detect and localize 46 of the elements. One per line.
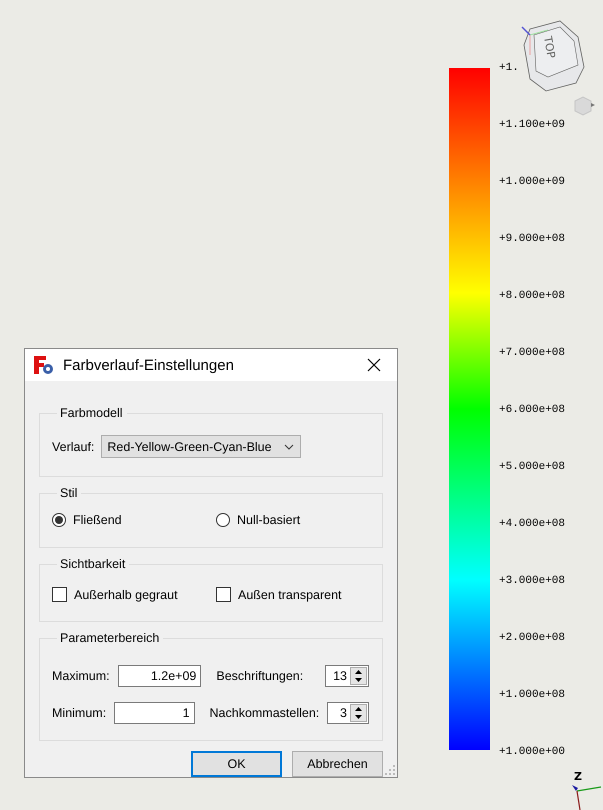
field-label: Verlauf: xyxy=(52,440,94,454)
scale-label: +2.000e+08 xyxy=(499,631,566,645)
scale-label: +1.000e+08 xyxy=(499,688,566,702)
spin-box[interactable]: 13 xyxy=(325,665,369,687)
number-field[interactable]: 1.2e+09 xyxy=(118,665,202,687)
scale-label: +1. xyxy=(499,61,520,75)
checkbox-option[interactable]: Außerhalb gegraut xyxy=(52,587,208,602)
scale-label: +8.000e+08 xyxy=(499,289,566,303)
scale-label: +6.000e+08 xyxy=(499,403,566,417)
up-arrow-icon[interactable] xyxy=(355,707,362,711)
close-icon xyxy=(367,358,381,372)
group-title: Parameterbereich xyxy=(59,631,160,645)
scale-label: +3.000e+08 xyxy=(499,574,566,588)
spin-box[interactable]: 3 xyxy=(327,702,369,724)
scale-label: +1.000e+00 xyxy=(499,745,566,759)
field-label: Beschriftungen: xyxy=(216,669,304,683)
dialog-title: Farbverlauf-Einstellungen xyxy=(63,356,235,374)
scale-label: +1.000e+09 xyxy=(499,175,566,189)
checkbox[interactable] xyxy=(216,587,231,602)
group-title: Stil xyxy=(59,486,78,500)
scale-label: +4.000e+08 xyxy=(499,517,566,531)
scale-label: +1.100e+09 xyxy=(499,118,566,132)
field-label: Minimum: xyxy=(52,706,106,720)
scale-label: +5.000e+08 xyxy=(499,460,566,474)
radio-button[interactable] xyxy=(52,513,66,527)
radio-button[interactable] xyxy=(216,513,230,527)
radio-option[interactable]: Null-basiert xyxy=(216,513,372,527)
chevron-down-icon xyxy=(284,444,294,450)
checkbox[interactable] xyxy=(52,587,67,602)
number-field[interactable]: 1 xyxy=(114,702,195,724)
down-arrow-icon[interactable] xyxy=(355,715,362,719)
dialog-button[interactable]: OK xyxy=(191,751,282,777)
axis-label: Z xyxy=(574,770,582,783)
checkbox-option[interactable]: Außen transparent xyxy=(216,587,372,602)
gradient-dropdown[interactable]: Red-Yellow-Green-Cyan-Blue xyxy=(101,435,301,458)
dialog-button[interactable]: Abbrechen xyxy=(292,751,383,777)
field-label: Maximum: xyxy=(52,669,110,683)
scale-label: +7.000e+08 xyxy=(499,346,566,360)
field-label: Nachkommastellen: xyxy=(210,706,320,720)
up-arrow-icon[interactable] xyxy=(355,670,362,674)
radio-option[interactable]: Fließend xyxy=(52,513,208,527)
group-title: Sichtbarkeit xyxy=(59,557,126,571)
down-arrow-icon[interactable] xyxy=(355,678,362,682)
scale-label: +9.000e+08 xyxy=(499,232,566,246)
group-title: Farbmodell xyxy=(59,406,124,420)
resize-grip-icon[interactable] xyxy=(385,765,395,775)
